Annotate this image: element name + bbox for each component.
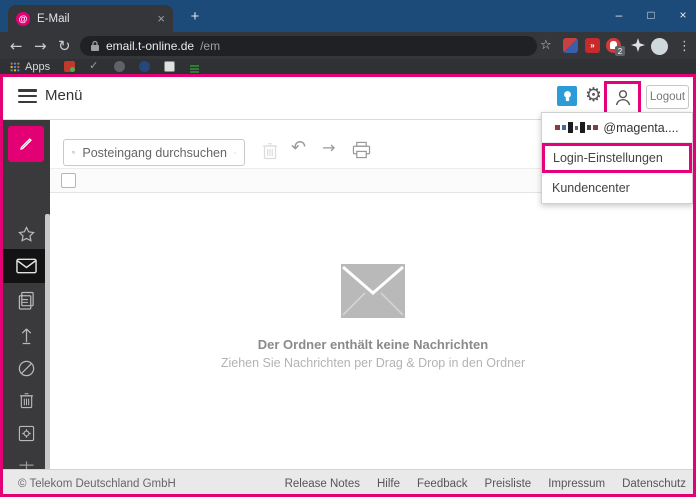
- block-icon: [18, 360, 35, 377]
- empty-folder-title: Der Ordner enthält keine Nachrichten: [257, 337, 489, 352]
- url-path: /em: [200, 38, 221, 53]
- sidebar-item-inbox-active[interactable]: [3, 249, 50, 283]
- extension-badge: 2: [615, 46, 625, 56]
- search-inbox-button[interactable]: Posteingang durchsuchen: [63, 139, 245, 166]
- hamburger-menu-icon[interactable]: [18, 89, 37, 103]
- page-footer: © Telekom Deutschland GmbH Release Notes…: [0, 469, 696, 497]
- window-controls: – □ ×: [612, 0, 690, 30]
- compose-button[interactable]: [8, 126, 44, 162]
- footer-copyright: © Telekom Deutschland GmbH: [18, 477, 176, 490]
- window-close-icon[interactable]: ×: [676, 8, 690, 22]
- account-email-text: @magenta....: [603, 120, 679, 135]
- extension-icon-1[interactable]: [563, 38, 578, 53]
- extension-icon-3[interactable]: 2: [606, 38, 625, 56]
- bookmark-favicon-clipboard[interactable]: [164, 61, 176, 72]
- sidebar-item-blocked[interactable]: [3, 359, 50, 378]
- footer-link-hilfe[interactable]: Hilfe: [377, 478, 400, 490]
- documents-icon: [18, 291, 34, 310]
- bookmark-favicon-check[interactable]: ✓: [89, 61, 100, 72]
- sidebar-item-favorites[interactable]: [3, 225, 50, 244]
- empty-envelope-icon: [341, 264, 405, 318]
- apps-grid-icon: [10, 62, 20, 71]
- annotation-box-account-icon: [604, 81, 641, 115]
- star-icon: [18, 226, 35, 242]
- email-page: Menü ⚙ Logout Posteingang durchsuchen ↶ …: [0, 74, 696, 497]
- lock-icon: [91, 40, 99, 51]
- toolbar-undo-icon[interactable]: ↶: [291, 137, 306, 158]
- upload-arrow-icon: [21, 328, 32, 345]
- bookmark-star-icon[interactable]: ☆: [540, 32, 552, 59]
- footer-link-impressum[interactable]: Impressum: [548, 478, 605, 490]
- dropdown-item-login-einstellungen[interactable]: Login-Einstellungen: [542, 143, 692, 173]
- browser-profile-avatar[interactable]: [651, 38, 668, 55]
- logout-button[interactable]: Logout: [646, 85, 689, 109]
- bookmark-favicon-globe[interactable]: [114, 61, 126, 72]
- censored-username-blocks: [555, 122, 599, 133]
- url-host: email.t-online.de: [106, 38, 195, 53]
- pencil-icon: [20, 138, 32, 150]
- window-minimize-icon[interactable]: –: [612, 8, 626, 22]
- footer-links: Release Notes Hilfe Feedback Preisliste …: [285, 478, 686, 490]
- back-icon[interactable]: ←: [10, 32, 23, 59]
- footer-link-release-notes[interactable]: Release Notes: [285, 478, 360, 490]
- empty-folder-state: Der Ordner enthält keine Nachrichten Zie…: [50, 264, 696, 370]
- browser-menu-kebab-icon[interactable]: ⋮: [678, 33, 691, 60]
- chevron-down-icon: [234, 151, 236, 154]
- bookmark-favicon-1[interactable]: [64, 61, 76, 72]
- sidebar-item-documents[interactable]: [3, 291, 50, 310]
- forward-icon[interactable]: →: [34, 32, 47, 59]
- sidebar-item-trash[interactable]: [3, 392, 50, 409]
- tab-favicon-at-icon: @: [16, 11, 30, 26]
- window-maximize-icon[interactable]: □: [644, 8, 658, 22]
- sidebar-item-upload[interactable]: [3, 326, 50, 345]
- toolbar-move-icon[interactable]: →: [322, 138, 335, 157]
- footer-link-feedback[interactable]: Feedback: [417, 478, 468, 490]
- browser-tab-email[interactable]: @ E-Mail ×: [8, 5, 173, 32]
- reload-icon[interactable]: ↻: [58, 32, 71, 59]
- screenshot-root: @ E-Mail × + – □ × ← → ↻ email.t-online.…: [0, 0, 696, 497]
- trash-icon: [19, 393, 34, 409]
- footer-link-preisliste[interactable]: Preisliste: [485, 478, 532, 490]
- search-icon: [72, 151, 76, 154]
- apps-shortcut[interactable]: Apps: [10, 61, 50, 73]
- account-person-icon[interactable]: [613, 88, 633, 108]
- apps-label: Apps: [25, 60, 51, 73]
- account-dropdown-menu: @magenta.... Login-Einstellungen Kundenc…: [541, 112, 693, 204]
- tab-title: E-Mail: [37, 12, 70, 25]
- dropdown-account-item[interactable]: @magenta....: [542, 113, 692, 143]
- dropdown-item-kundencenter[interactable]: Kundencenter: [542, 173, 692, 203]
- toolbar-trash-icon-disabled[interactable]: [262, 142, 278, 165]
- sidebar-item-folder-settings[interactable]: [3, 425, 50, 442]
- bookmark-favicon-dotted-globe[interactable]: [139, 61, 151, 72]
- tab-close-icon[interactable]: ×: [157, 11, 165, 26]
- envelope-icon: [16, 258, 37, 274]
- lightbulb-icon[interactable]: [557, 86, 577, 106]
- left-sidebar: ›: [3, 120, 50, 497]
- extension-icon-2[interactable]: »: [585, 38, 600, 53]
- new-tab-button[interactable]: +: [185, 6, 205, 26]
- bookmark-favicon-green-stack[interactable]: [189, 61, 200, 73]
- toolbar-print-icon[interactable]: [352, 141, 371, 164]
- folder-settings-icon: [18, 425, 35, 442]
- empty-folder-subtitle: Ziehen Sie Nachrichten per Drag & Drop i…: [220, 356, 526, 370]
- menu-label[interactable]: Menü: [45, 87, 83, 104]
- sidebar-scrollbar[interactable]: [45, 214, 50, 474]
- footer-link-datenschutz[interactable]: Datenschutz: [622, 478, 686, 490]
- browser-titlebar: @ E-Mail × + – □ ×: [0, 0, 696, 32]
- settings-gear-icon[interactable]: ⚙: [585, 84, 602, 106]
- search-label: Posteingang durchsuchen: [82, 145, 227, 160]
- address-bar[interactable]: email.t-online.de/em: [80, 35, 537, 56]
- extension-icon-4[interactable]: [631, 38, 645, 57]
- bookmarks-bar: Apps ✓: [0, 59, 696, 74]
- select-all-checkbox[interactable]: [61, 173, 76, 188]
